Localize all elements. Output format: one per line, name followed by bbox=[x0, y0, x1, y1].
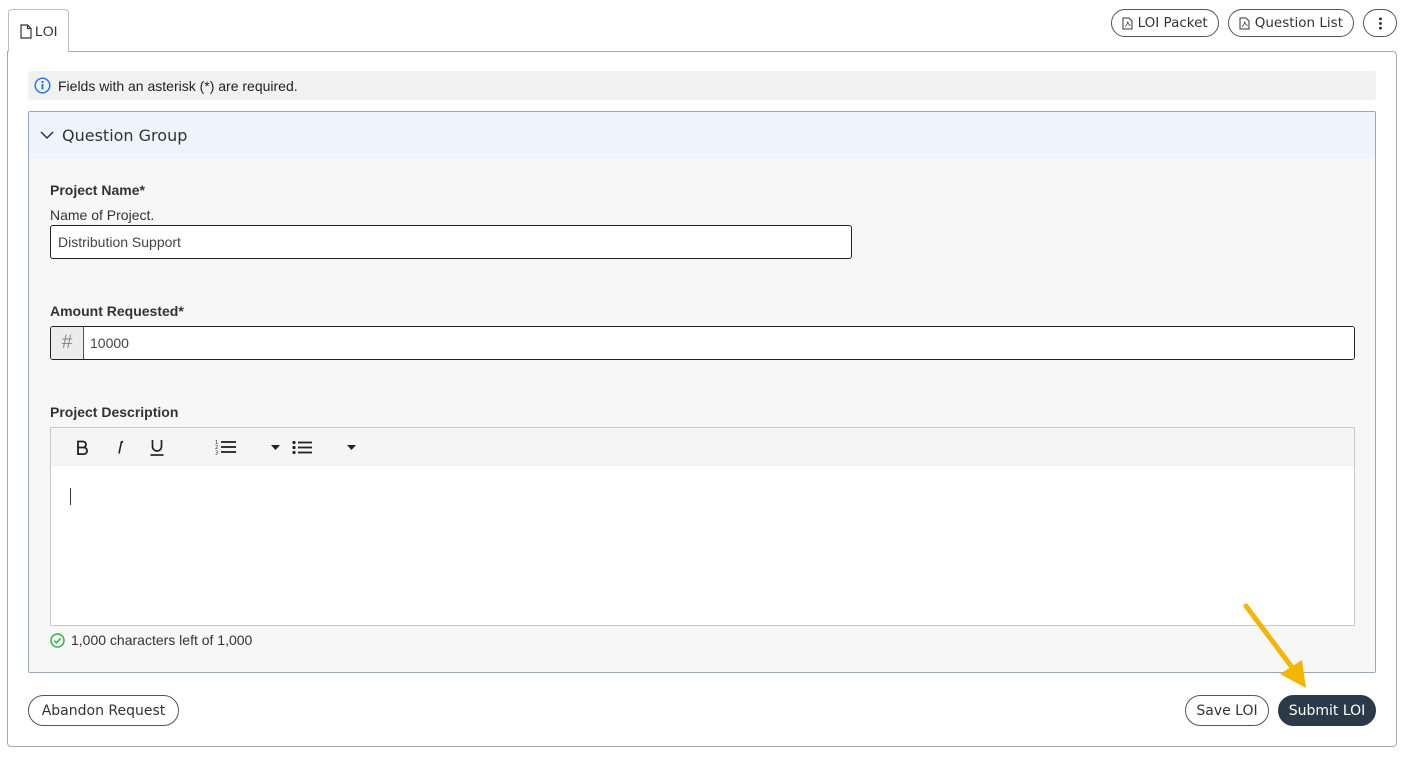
tab-loi[interactable]: LOI bbox=[8, 9, 69, 52]
tab-label: LOI bbox=[35, 23, 58, 39]
underline-icon bbox=[150, 439, 164, 456]
loi-packet-button[interactable]: LOI Packet bbox=[1110, 9, 1219, 37]
amount-requested-label: Amount Requested* bbox=[50, 303, 184, 319]
question-group: Question Group Project Name* Name of Pro… bbox=[28, 111, 1376, 673]
top-actions: LOI Packet Question List bbox=[1110, 9, 1397, 37]
italic-icon bbox=[118, 440, 124, 454]
project-description-label: Project Description bbox=[50, 404, 179, 420]
character-counter-text: 1,000 characters left of 1,000 bbox=[71, 632, 253, 648]
project-name-help: Name of Project. bbox=[50, 207, 155, 223]
character-counter: 1,000 characters left of 1,000 bbox=[50, 632, 252, 648]
bulleted-list-dropdown[interactable] bbox=[343, 428, 359, 466]
more-options-button[interactable] bbox=[1363, 9, 1397, 37]
bulleted-list-button[interactable] bbox=[288, 428, 316, 466]
editor-toolbar: 1 2 3 bbox=[51, 428, 1354, 466]
required-notice: Fields with an asterisk (*) are required… bbox=[28, 71, 1376, 100]
question-group-title: Question Group bbox=[62, 125, 188, 145]
more-vertical-icon bbox=[1378, 16, 1382, 30]
bold-icon bbox=[77, 440, 88, 455]
submit-loi-label: Submit LOI bbox=[1288, 702, 1366, 719]
amount-requested-field: # bbox=[50, 326, 1355, 360]
numbered-list-icon: 1 2 3 bbox=[215, 440, 236, 456]
loi-packet-label: LOI Packet bbox=[1137, 15, 1208, 31]
italic-button[interactable] bbox=[109, 428, 131, 466]
project-description-editor: 1 2 3 bbox=[50, 427, 1355, 626]
info-icon bbox=[34, 77, 51, 94]
numbered-list-dropdown[interactable] bbox=[267, 428, 283, 466]
pdf-file-icon bbox=[1239, 17, 1250, 29]
bulleted-list-icon bbox=[291, 440, 312, 454]
project-name-input[interactable] bbox=[50, 225, 852, 259]
caret-down-icon bbox=[270, 444, 280, 450]
question-list-label: Question List bbox=[1254, 15, 1343, 31]
caret-down-icon bbox=[346, 444, 356, 450]
abandon-request-label: Abandon Request bbox=[41, 702, 166, 719]
document-icon bbox=[20, 23, 32, 39]
abandon-request-button[interactable]: Abandon Request bbox=[28, 695, 179, 726]
amount-requested-input[interactable] bbox=[84, 327, 1354, 359]
save-loi-label: Save LOI bbox=[1196, 702, 1258, 719]
save-loi-button[interactable]: Save LOI bbox=[1185, 695, 1269, 726]
required-notice-text: Fields with an asterisk (*) are required… bbox=[58, 77, 298, 94]
chevron-down-icon bbox=[40, 130, 54, 139]
editor-content-area[interactable] bbox=[51, 466, 1354, 626]
pdf-file-icon bbox=[1122, 17, 1133, 29]
check-circle-icon bbox=[50, 632, 65, 648]
question-list-button[interactable]: Question List bbox=[1227, 9, 1354, 37]
bold-button[interactable] bbox=[71, 428, 93, 466]
underline-button[interactable] bbox=[146, 428, 168, 466]
svg-text:3: 3 bbox=[215, 451, 218, 456]
text-caret bbox=[70, 488, 71, 505]
project-name-label: Project Name* bbox=[50, 182, 145, 198]
question-group-header[interactable]: Question Group bbox=[29, 112, 1375, 158]
submit-loi-button[interactable]: Submit LOI bbox=[1278, 695, 1376, 726]
number-prefix: # bbox=[51, 327, 84, 359]
numbered-list-button[interactable]: 1 2 3 bbox=[211, 428, 241, 466]
